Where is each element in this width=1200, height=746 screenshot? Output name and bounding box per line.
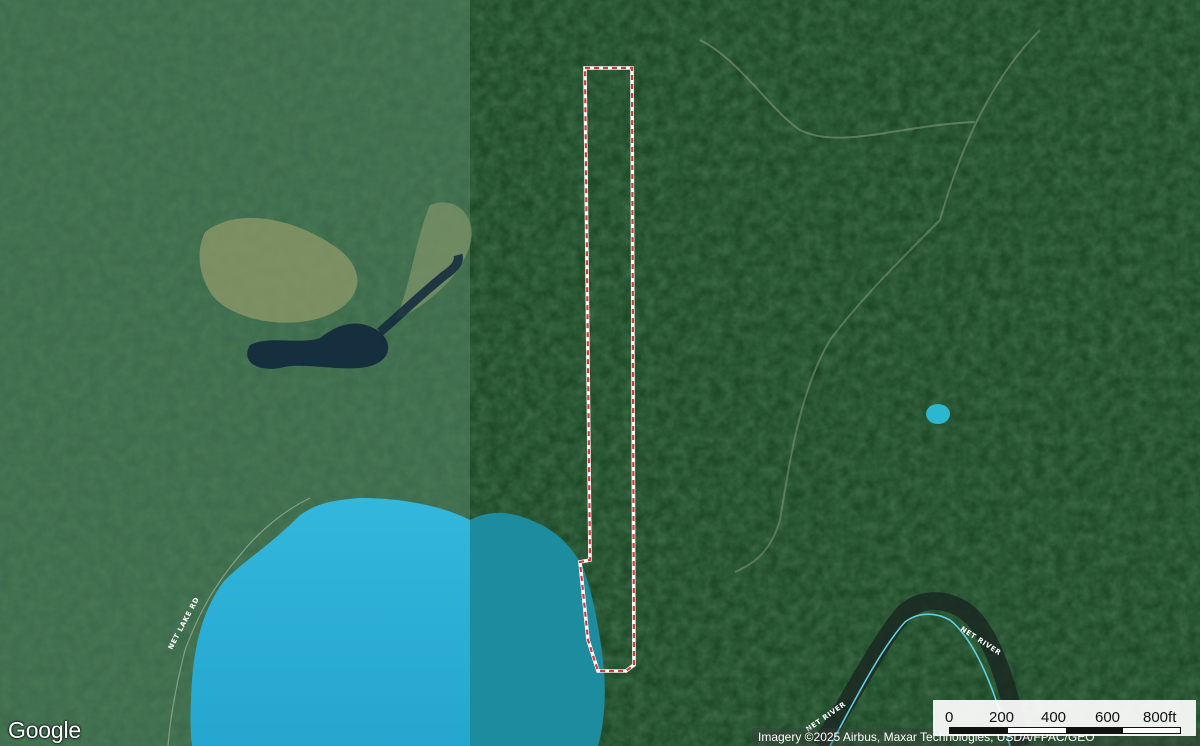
scale-track	[949, 727, 1181, 734]
satellite-map[interactable]: NET LAKE RD NET RIVER NET RIVER	[0, 0, 1200, 746]
scale-segment	[1066, 728, 1123, 733]
scale-label-400: 400	[1041, 709, 1067, 726]
scale-label-0: 0	[945, 709, 954, 726]
google-logo[interactable]: Google	[8, 717, 81, 744]
small-pond	[926, 404, 950, 424]
scale-segment	[950, 728, 1008, 733]
scale-bar: 0 200 400 600 800ft	[933, 700, 1196, 736]
scale-label-800ft: 800ft	[1143, 709, 1177, 726]
scale-label-200: 200	[989, 709, 1015, 726]
scale-label-600: 600	[1095, 709, 1121, 726]
